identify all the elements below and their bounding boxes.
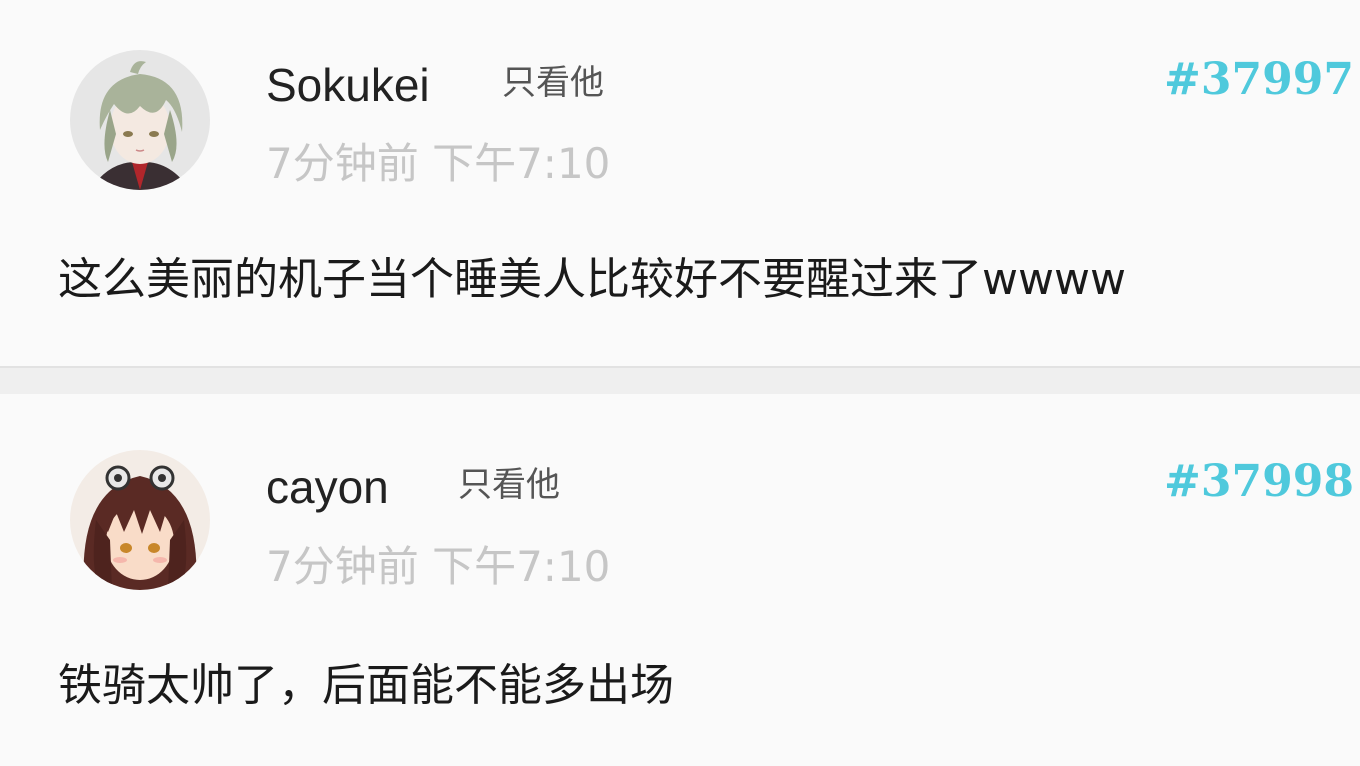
user-avatar[interactable] bbox=[70, 50, 210, 190]
only-him-button[interactable]: 只看他 bbox=[502, 66, 604, 100]
comment-text: 铁骑太帅了，后面能不能多出场 bbox=[58, 660, 674, 711]
comment-item: cayon 只看他 #37998 7分钟前 下午7:10 铁骑太帅了，后面能不能… bbox=[0, 394, 1360, 766]
floor-number: #37998 bbox=[1164, 456, 1354, 507]
comment-item: Sokukei 只看他 #37997 7分钟前 下午7:10 这么美丽的机子当个… bbox=[0, 0, 1360, 366]
username[interactable]: Sokukei bbox=[266, 62, 430, 108]
only-him-button[interactable]: 只看他 bbox=[458, 468, 560, 502]
floor-number: #37997 bbox=[1164, 54, 1354, 105]
username[interactable]: cayon bbox=[266, 464, 389, 510]
section-divider bbox=[0, 366, 1360, 394]
post-timestamp: 7分钟前 下午7:10 bbox=[266, 139, 611, 188]
post-timestamp: 7分钟前 下午7:10 bbox=[266, 542, 611, 591]
comment-text: 这么美丽的机子当个睡美人比较好不要醒过来了wwww bbox=[58, 254, 1126, 305]
user-avatar[interactable] bbox=[70, 450, 210, 590]
avatar-brown-hair-icon bbox=[70, 450, 210, 590]
avatar-silver-hair-icon bbox=[70, 50, 210, 190]
